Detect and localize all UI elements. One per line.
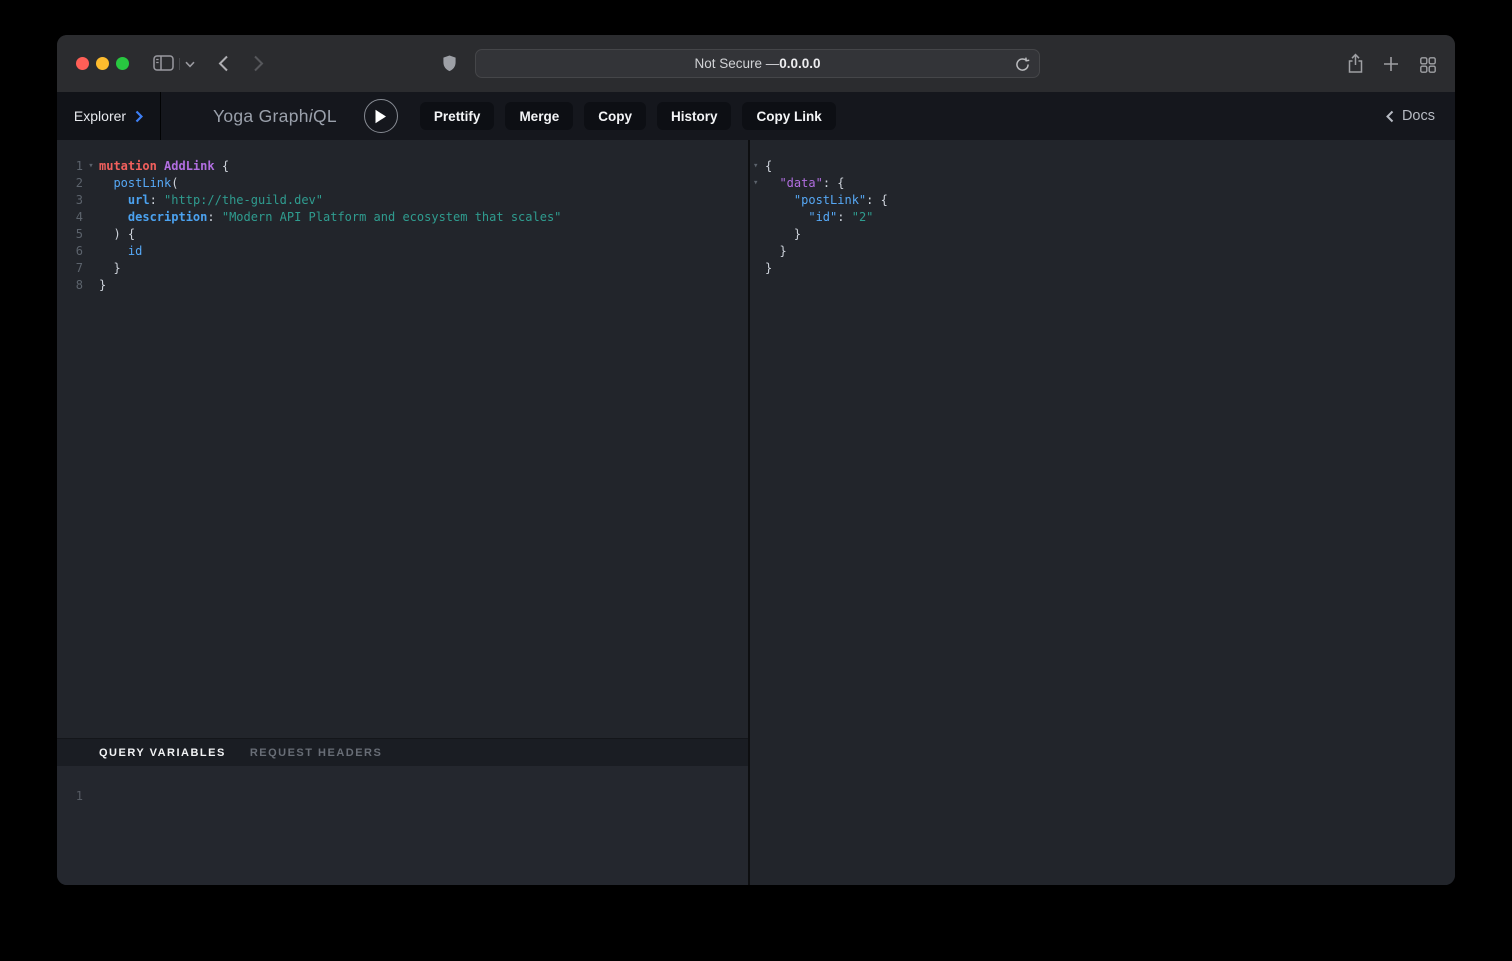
tab-query-variables[interactable]: QUERY VARIABLES xyxy=(99,747,226,759)
query-variables-editor[interactable]: 1 xyxy=(57,766,748,885)
code-text: "postLink": { xyxy=(765,192,888,209)
fold-gutter xyxy=(750,260,765,277)
code-line: 1 xyxy=(57,788,748,805)
new-tab-icon[interactable] xyxy=(1383,56,1399,72)
fold-gutter xyxy=(83,243,99,260)
code-text: description: "Modern API Platform and ec… xyxy=(99,209,561,226)
fold-gutter xyxy=(83,260,99,277)
code-text: "data": { xyxy=(765,175,845,192)
share-icon[interactable] xyxy=(1347,53,1364,74)
fold-gutter xyxy=(83,192,99,209)
code-line: } xyxy=(750,260,1455,277)
code-line: 8} xyxy=(57,277,748,294)
line-number: 2 xyxy=(57,175,83,192)
code-text: } xyxy=(765,243,787,260)
code-line: "id": "2" xyxy=(750,209,1455,226)
code-line: } xyxy=(750,226,1455,243)
line-number: 8 xyxy=(57,277,83,294)
yoga-graphiql-logo: Yoga GraphiQL xyxy=(213,106,337,127)
query-editor[interactable]: 1▾mutation AddLink {2 postLink(3 url: "h… xyxy=(57,140,748,738)
code-text: } xyxy=(765,260,772,277)
line-number: 4 xyxy=(57,209,83,226)
back-icon[interactable] xyxy=(218,55,229,72)
tab-overview-icon[interactable] xyxy=(1420,57,1436,73)
line-number: 3 xyxy=(57,192,83,209)
fold-gutter xyxy=(83,209,99,226)
code-text: { xyxy=(765,158,772,175)
code-text: url: "http://the-guild.dev" xyxy=(99,192,323,209)
merge-button[interactable]: Merge xyxy=(505,102,573,130)
zoom-window-button[interactable] xyxy=(116,57,129,70)
code-line: 4 description: "Modern API Platform and … xyxy=(57,209,748,226)
security-label: Not Secure — xyxy=(694,56,779,71)
fold-gutter xyxy=(83,226,99,243)
fold-arrow-icon[interactable]: ▾ xyxy=(750,158,765,175)
fold-gutter xyxy=(83,175,99,192)
explorer-label: Explorer xyxy=(74,108,126,124)
main-area: 1▾mutation AddLink {2 postLink(3 url: "h… xyxy=(57,140,1455,885)
code-text: id xyxy=(99,243,142,260)
code-line: 2 postLink( xyxy=(57,175,748,192)
history-button[interactable]: History xyxy=(657,102,732,130)
close-window-button[interactable] xyxy=(76,57,89,70)
play-icon xyxy=(374,109,387,124)
chevron-left-icon xyxy=(1386,110,1394,123)
code-line: ▾{ xyxy=(750,158,1455,175)
code-line: 6 id xyxy=(57,243,748,260)
copy-link-button[interactable]: Copy Link xyxy=(742,102,835,130)
docs-toggle[interactable]: Docs xyxy=(1386,108,1435,124)
copy-button[interactable]: Copy xyxy=(584,102,646,130)
code-line: 5 ) { xyxy=(57,226,748,243)
result-viewer[interactable]: ▾{▾ "data": { "postLink": { "id": "2" } … xyxy=(750,140,1455,885)
address-bar[interactable]: Not Secure — 0.0.0.0 xyxy=(475,49,1040,78)
chevron-down-icon[interactable] xyxy=(185,61,195,68)
bottom-panel-tabbar: QUERY VARIABLES REQUEST HEADERS xyxy=(57,738,748,766)
code-line: ▾ "data": { xyxy=(750,175,1455,192)
line-number: 5 xyxy=(57,226,83,243)
graphiql-toolbar: Explorer Yoga GraphiQL Prettify Merge Co… xyxy=(57,92,1455,140)
code-text: } xyxy=(765,226,801,243)
fold-gutter xyxy=(750,209,765,226)
code-line: } xyxy=(750,243,1455,260)
sidebar-toggle-icon[interactable] xyxy=(153,55,174,71)
chevron-right-icon xyxy=(135,110,143,123)
code-line: "postLink": { xyxy=(750,192,1455,209)
titlebar-separator xyxy=(179,58,180,70)
code-text: mutation AddLink { xyxy=(99,158,229,175)
line-number: 7 xyxy=(57,260,83,277)
code-text: ) { xyxy=(99,226,135,243)
code-text: postLink( xyxy=(99,175,178,192)
address-host: 0.0.0.0 xyxy=(779,56,820,71)
browser-titlebar: Not Secure — 0.0.0.0 xyxy=(57,35,1455,92)
explorer-toggle[interactable]: Explorer xyxy=(57,92,161,140)
code-line: 1▾mutation AddLink { xyxy=(57,158,748,175)
code-line: 7 } xyxy=(57,260,748,277)
docs-label: Docs xyxy=(1402,108,1435,124)
code-text: } xyxy=(99,277,106,294)
forward-icon[interactable] xyxy=(253,55,264,72)
tab-request-headers[interactable]: REQUEST HEADERS xyxy=(250,747,383,759)
code-text: } xyxy=(99,260,121,277)
fold-gutter xyxy=(750,243,765,260)
line-number: 1 xyxy=(57,788,83,805)
toolbar-buttons: Prettify Merge Copy History Copy Link xyxy=(420,102,836,130)
fold-gutter xyxy=(83,277,99,294)
fold-arrow-icon[interactable]: ▾ xyxy=(83,158,99,175)
shield-icon[interactable] xyxy=(442,54,457,73)
left-pane: 1▾mutation AddLink {2 postLink(3 url: "h… xyxy=(57,140,748,885)
code-line: 3 url: "http://the-guild.dev" xyxy=(57,192,748,209)
line-number: 6 xyxy=(57,243,83,260)
line-number: 1 xyxy=(57,158,83,175)
fold-gutter xyxy=(750,226,765,243)
prettify-button[interactable]: Prettify xyxy=(420,102,495,130)
browser-window: Not Secure — 0.0.0.0 xyxy=(57,35,1455,885)
code-text: "id": "2" xyxy=(765,209,873,226)
fold-arrow-icon[interactable]: ▾ xyxy=(750,175,765,192)
fold-gutter xyxy=(750,192,765,209)
reload-icon[interactable] xyxy=(1015,57,1030,72)
execute-query-button[interactable] xyxy=(364,99,398,133)
minimize-window-button[interactable] xyxy=(96,57,109,70)
